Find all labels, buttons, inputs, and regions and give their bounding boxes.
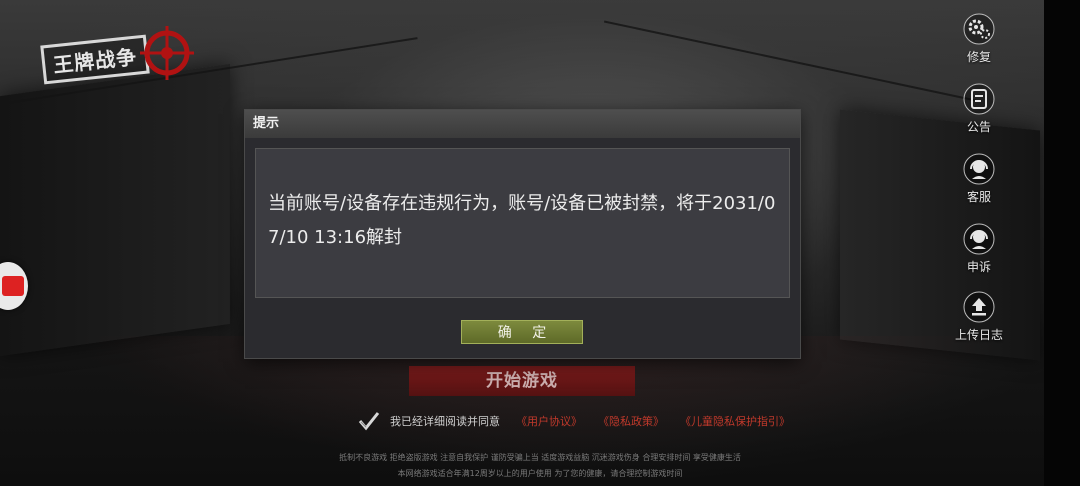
privacy-policy-link[interactable]: 《隐私政策》: [598, 413, 664, 429]
start-game-button[interactable]: 开始游戏: [409, 366, 635, 396]
side-item-appeal[interactable]: 申诉: [950, 222, 1008, 275]
background-wall-left: [0, 63, 230, 357]
side-item-upload-log[interactable]: 上传日志: [950, 290, 1008, 343]
agreement-text: 我已经详细阅读并同意: [390, 415, 500, 428]
headset-icon: [963, 153, 995, 185]
screen-edge-strip: [1044, 0, 1080, 486]
game-login-screen: 王牌战争 修复 公告 客服 申诉 上传日志 开始游戏 我已经详细阅读并同意 《用…: [0, 0, 1080, 486]
child-privacy-link[interactable]: 《儿童隐私保护指引》: [680, 413, 790, 429]
confirm-button[interactable]: 确 定: [461, 320, 583, 344]
logo-text: 王牌战争: [40, 34, 150, 85]
side-item-label: 上传日志: [954, 328, 1003, 342]
barbed-wire-line: [603, 20, 977, 102]
side-item-notice[interactable]: 公告: [950, 82, 1008, 135]
side-item-label: 修复: [966, 50, 991, 64]
side-item-label: 公告: [966, 120, 991, 134]
dialog-message: 当前账号/设备存在违规行为，账号/设备已被封禁，将于2031/07/10 13:…: [255, 148, 790, 298]
dialog-title: 提示: [245, 110, 800, 138]
gear-icon: [963, 13, 995, 45]
notice-icon: [963, 83, 995, 115]
assistant-icon: [2, 276, 24, 296]
ban-notice-dialog: 提示 当前账号/设备存在违规行为，账号/设备已被封禁，将于2031/07/10 …: [245, 110, 800, 358]
crosshair-logo-icon: [140, 26, 194, 80]
agreement-row: 我已经详细阅读并同意 《用户协议》 《隐私政策》 《儿童隐私保护指引》: [358, 410, 806, 432]
health-notice-line2: 本网络游戏适合年满12周岁以上的用户使用 为了您的健康，请合理控制游戏时间: [397, 469, 683, 478]
side-item-support[interactable]: 客服: [950, 152, 1008, 205]
user-agreement-link[interactable]: 《用户协议》: [516, 413, 582, 429]
background-wall-right: [840, 109, 1040, 361]
upload-icon: [963, 291, 995, 323]
game-logo: 王牌战争: [40, 22, 194, 90]
agree-checkbox-icon[interactable]: [358, 411, 380, 431]
side-item-label: 申诉: [966, 260, 991, 274]
appeal-headset-icon: [963, 223, 995, 255]
side-item-repair[interactable]: 修复: [950, 12, 1008, 65]
side-item-label: 客服: [966, 190, 991, 204]
health-notice-line1: 抵制不良游戏 拒绝盗版游戏 注意自我保护 谨防受骗上当 适度游戏益脑 沉迷游戏伤…: [339, 453, 741, 462]
